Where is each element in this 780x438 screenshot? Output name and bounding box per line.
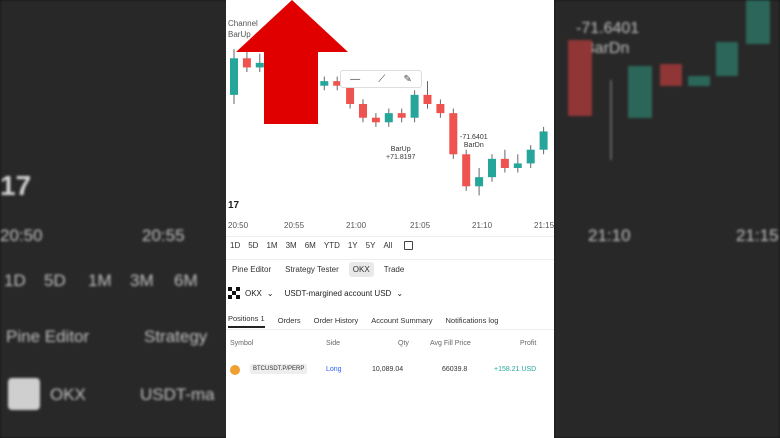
positions-table-header: Symbol Side Qty Avg Fill Price Profit <box>226 340 554 354</box>
chevron-down-icon: ⌄ <box>396 288 404 298</box>
range-5d[interactable]: 5D <box>248 241 258 250</box>
right-candle <box>628 66 652 118</box>
candle-body <box>462 154 471 187</box>
right-wick <box>610 80 612 160</box>
candle-body <box>359 104 367 118</box>
left-blurred-background: 17 20:50 20:55 1D 5D 1M 3M 6M Pine Edito… <box>0 0 228 438</box>
ray-tool-icon[interactable]: ⟋ <box>378 74 385 85</box>
subtab-account-summary[interactable]: Account Summary <box>371 316 432 325</box>
tab-strategy-tester[interactable]: Strategy Tester <box>281 262 343 277</box>
okx-logo-icon <box>228 287 240 299</box>
candle-body <box>449 113 458 155</box>
account-name[interactable]: USDT-margined account USD <box>285 289 392 298</box>
range-ytd[interactable]: YTD <box>324 241 340 250</box>
annotation-barup: BarUp +71.8197 <box>386 146 415 162</box>
table-row[interactable]: BTCUSDT.P/PERP Long 10,089.04 66039.8 +1… <box>226 362 554 378</box>
tradingview-logo: 17 <box>228 200 240 211</box>
range-1d[interactable]: 1D <box>230 241 240 250</box>
x-axis-tick: 20:50 <box>228 221 249 230</box>
right-blurred-background: -71.6401 BarDn 21:10 21:15 <box>554 0 780 438</box>
col-avg-fill-price: Avg Fill Price <box>430 340 471 347</box>
x-axis-tick: 21:10 <box>472 221 493 230</box>
x-axis-tick: 21:00 <box>346 221 367 230</box>
drawing-toolbar: — ⟋ ✎ <box>340 70 422 88</box>
x-axis-tick: 21:15 <box>534 221 554 230</box>
position-side: Long <box>326 366 342 373</box>
line-tool-icon[interactable]: — <box>350 74 360 85</box>
x-axis-tick: 21:05 <box>410 221 431 230</box>
position-avg-price: 66039.8 <box>442 366 468 373</box>
subtab-positions[interactable]: Positions 1 <box>228 314 265 328</box>
left-broker: OKX <box>50 385 86 404</box>
right-candle <box>568 40 592 116</box>
left-axis-time-1: 20:50 <box>0 226 43 245</box>
col-symbol: Symbol <box>230 340 254 347</box>
brush-tool-icon[interactable]: ✎ <box>404 74 412 85</box>
position-qty: 10,089.04 <box>372 366 404 373</box>
right-candle <box>688 76 710 86</box>
broker-name: OKX <box>245 288 262 298</box>
right-candle <box>660 64 682 86</box>
left-range-1d: 1D <box>4 271 26 290</box>
left-tab-strategy: Strategy <box>144 327 208 346</box>
left-tv-logo: 17 <box>0 170 32 201</box>
candle-body <box>371 117 380 123</box>
subtab-notifications-log[interactable]: Notifications log <box>445 316 498 325</box>
candle-body <box>384 113 393 123</box>
candle-body <box>500 158 509 168</box>
annotation-barup-value: +71.8197 <box>386 154 416 161</box>
candle-body <box>475 177 484 187</box>
tab-pine-editor[interactable]: Pine Editor <box>228 262 275 277</box>
candle-body <box>397 113 406 118</box>
right-candle <box>716 42 738 76</box>
calendar-icon[interactable] <box>404 241 414 250</box>
red-up-arrow-icon <box>236 0 348 124</box>
subtab-orders[interactable]: Orders <box>278 316 301 325</box>
left-tab-pine: Pine Editor <box>6 327 90 346</box>
position-symbol[interactable]: BTCUSDT.P/PERP <box>250 364 308 374</box>
left-axis-time-2: 20:55 <box>142 226 185 245</box>
annotation-barup-label: BarUp <box>390 146 411 153</box>
range-1y[interactable]: 1Y <box>348 241 358 250</box>
col-side: Side <box>326 340 341 347</box>
tab-okx[interactable]: OKX <box>348 262 374 277</box>
candle-body <box>539 131 548 150</box>
left-range-1m: 1M <box>88 271 112 290</box>
right-axis-time-2: 21:15 <box>736 226 779 245</box>
col-profit: Profit <box>520 340 537 347</box>
left-range-5d: 5D <box>44 271 66 290</box>
bottom-panel-tabs: Pine Editor Strategy Tester OKX Trade <box>226 259 554 279</box>
candle-body <box>410 94 419 118</box>
subtab-order-history[interactable]: Order History <box>314 316 359 325</box>
annotation-bardn-value: -71.6401 <box>460 134 488 141</box>
range-6m[interactable]: 6M <box>305 241 316 250</box>
position-profit: +158.21 USD <box>494 366 537 373</box>
range-all[interactable]: All <box>383 241 392 250</box>
left-okx-icon <box>8 378 40 410</box>
range-5y[interactable]: 5Y <box>366 241 376 250</box>
chevron-down-icon: ⌄ <box>266 288 274 298</box>
trading-subtabs: Positions 1 Orders Order History Account… <box>226 312 554 330</box>
x-axis-tick: 20:55 <box>284 221 305 230</box>
annotation-bardn: -71.6401 BarDn <box>460 134 488 150</box>
right-candle <box>746 0 770 44</box>
candle-body <box>513 163 522 168</box>
col-qty: Qty <box>398 340 409 347</box>
left-account: USDT-ma <box>140 385 215 404</box>
annotation-bardn-label: BarDn <box>463 142 484 149</box>
candle-body <box>526 149 535 164</box>
right-axis-time-1: 21:10 <box>588 226 631 245</box>
candle-body <box>436 104 445 114</box>
bitcoin-icon <box>230 365 240 375</box>
range-selector: 1D 5D 1M 3M 6M YTD 1Y 5Y All <box>226 236 554 254</box>
range-3m[interactable]: 3M <box>286 241 297 250</box>
candle-body <box>488 158 496 178</box>
left-range-6m: 6M <box>174 271 198 290</box>
broker-selector[interactable]: OKX ⌄ USDT-margined account USD ⌄ <box>226 284 554 302</box>
left-range-3m: 3M <box>130 271 154 290</box>
tab-trade[interactable]: Trade <box>380 262 409 277</box>
right-annotation-value: -71.6401 <box>576 20 640 37</box>
candle-body <box>423 94 432 104</box>
range-1m[interactable]: 1M <box>266 241 277 250</box>
